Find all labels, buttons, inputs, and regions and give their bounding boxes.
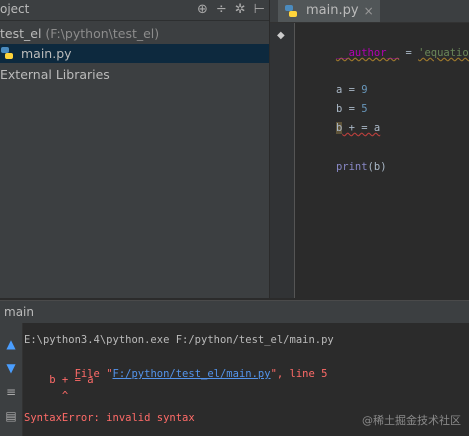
file-name: main.py <box>20 46 72 61</box>
console-caret: ^ <box>24 390 69 402</box>
collapse-icon[interactable]: ÷ <box>216 2 227 17</box>
python-file-icon <box>285 5 297 17</box>
project-panel-header: oject ⊕ ÷ ✲ ⊢ <box>0 0 269 21</box>
console-text: ", line 5 <box>270 368 328 380</box>
editor-gutter: ◆ <box>270 23 295 298</box>
watermark: @稀土掘金技术社区 <box>362 414 461 427</box>
run-panel: main ▲ ▼ ≡ ▤ E:\python3.4\python.exe F:/… <box>0 300 469 436</box>
project-panel: oject ⊕ ÷ ✲ ⊢ test_el (F:\python\test_el… <box>0 0 269 298</box>
up-arrow-icon[interactable]: ▲ <box>4 337 18 351</box>
project-panel-title: oject <box>0 2 30 16</box>
hide-icon[interactable]: ⊢ <box>254 2 265 17</box>
console-command: E:\python3.4\python.exe F:/python/test_e… <box>24 334 334 346</box>
gear-icon[interactable]: ✲ <box>235 2 246 17</box>
tab-label: main.py <box>306 3 359 18</box>
tab-main-py[interactable]: main.py × <box>278 0 380 22</box>
project-toolbar: ⊕ ÷ ✲ ⊢ <box>197 2 265 17</box>
builtin-function: print <box>335 161 368 173</box>
code-token: (b) <box>367 161 387 173</box>
wrap-icon[interactable]: ≡ <box>4 385 18 399</box>
console-code: b + = a <box>24 374 94 386</box>
python-file-icon <box>1 47 13 59</box>
code-line: b = 5 <box>298 87 368 115</box>
fold-marker-icon: ◆ <box>277 30 285 41</box>
code-line: print(b) <box>298 145 387 173</box>
project-name: test_el <box>0 26 42 41</box>
tree-item-external-libraries[interactable]: External Libraries <box>0 65 269 84</box>
code-token: + = a <box>342 122 381 134</box>
external-libraries-label: External Libraries <box>0 67 110 82</box>
editor-tabbar: main.py × <box>270 0 469 23</box>
run-title: main <box>4 305 34 319</box>
close-icon[interactable]: × <box>364 0 374 22</box>
run-header: main <box>0 301 469 323</box>
file-link[interactable]: F:/python/test_el/main.py <box>113 368 271 380</box>
author-value: 'equation' <box>418 47 469 59</box>
project-path: (F:\python\test_el) <box>45 26 160 41</box>
code-token: = <box>399 47 419 59</box>
run-toolbar: ▲ ▼ ≡ ▤ <box>0 323 23 436</box>
code-line: a = 9 <box>298 68 368 96</box>
tree-item-main-py[interactable]: main.py <box>0 44 269 63</box>
editor: main.py × ◆ __author__ = 'equation' a = … <box>270 0 469 298</box>
code-line-error: b + = a <box>298 106 380 134</box>
down-arrow-icon[interactable]: ▼ <box>4 361 18 375</box>
print-icon[interactable]: ▤ <box>4 409 18 423</box>
sync-icon[interactable]: ⊕ <box>197 2 208 17</box>
code-line: __author__ = 'equation' <box>298 31 469 59</box>
author-var: __author__ <box>335 47 400 59</box>
console-error: SyntaxError: invalid syntax <box>24 412 195 424</box>
tree-item-project[interactable]: test_el (F:\python\test_el) <box>0 24 269 43</box>
